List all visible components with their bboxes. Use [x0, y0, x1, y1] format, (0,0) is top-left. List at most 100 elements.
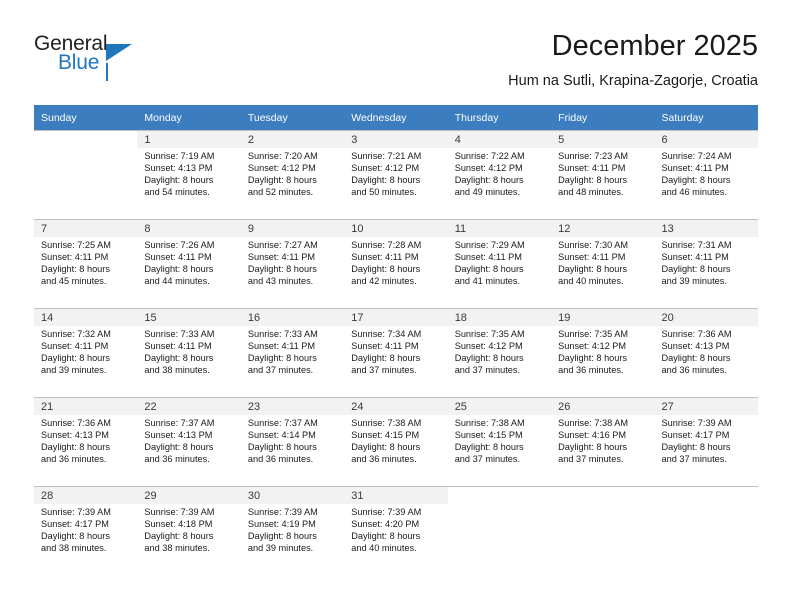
calendar-day-cell[interactable]: 24 Sunrise: 7:38 AM Sunset: 4:15 PM Dayl… [344, 397, 449, 486]
sunset-text: Sunset: 4:12 PM [454, 341, 523, 352]
daylight-text-line2: and 37 minutes. [454, 365, 521, 376]
daylight-text-line2: and 42 minutes. [351, 276, 417, 287]
daylight-text-line1: Daylight: 8 hours [351, 531, 421, 542]
calendar-day-cell[interactable]: 29 Sunrise: 7:39 AM Sunset: 4:18 PM Dayl… [137, 486, 242, 575]
daylight-text-line2: and 37 minutes. [247, 365, 314, 376]
general-blue-logo[interactable]: General Blue [34, 33, 154, 81]
weekday-header-monday: Monday [137, 105, 241, 130]
calendar-day-cell[interactable]: 7 Sunrise: 7:25 AM Sunset: 4:11 PM Dayli… [34, 219, 138, 308]
day-number: 11 [454, 223, 467, 235]
day-number: 2 [247, 134, 254, 146]
sunset-text: Sunset: 4:11 PM [661, 163, 729, 174]
calendar-day-cell[interactable]: 13 Sunrise: 7:31 AM Sunset: 4:11 PM Dayl… [654, 219, 759, 308]
calendar-day-cell[interactable]: 6 Sunrise: 7:24 AM Sunset: 4:11 PM Dayli… [654, 130, 759, 219]
day-details: Sunrise: 7:25 AM Sunset: 4:11 PM Dayligh… [34, 237, 137, 287]
calendar-day-cell[interactable]: 21 Sunrise: 7:36 AM Sunset: 4:13 PM Dayl… [34, 397, 138, 486]
calendar-day-cell[interactable]: 22 Sunrise: 7:37 AM Sunset: 4:13 PM Dayl… [137, 397, 242, 486]
sunrise-text: Sunrise: 7:22 AM [454, 151, 525, 161]
sunset-text: Sunset: 4:13 PM [144, 163, 213, 174]
weekday-header-thursday: Thursday [447, 105, 552, 130]
calendar-day-cell[interactable]: 8 Sunrise: 7:26 AM Sunset: 4:11 PM Dayli… [137, 219, 242, 308]
daylight-text-line1: Daylight: 8 hours [41, 264, 110, 275]
daylight-text-line1: Daylight: 8 hours [247, 442, 317, 453]
day-details: Sunrise: 7:35 AM Sunset: 4:12 PM Dayligh… [448, 326, 551, 376]
calendar-day-cell[interactable]: 3 Sunrise: 7:21 AM Sunset: 4:12 PM Dayli… [344, 130, 449, 219]
calendar-day-cell[interactable]: 20 Sunrise: 7:36 AM Sunset: 4:13 PM Dayl… [654, 308, 759, 397]
day-details: Sunrise: 7:24 AM Sunset: 4:11 PM Dayligh… [655, 148, 758, 198]
sunset-text: Sunset: 4:18 PM [144, 519, 213, 530]
day-number: 19 [558, 312, 571, 324]
calendar-week-row: 28 Sunrise: 7:39 AM Sunset: 4:17 PM Dayl… [34, 486, 758, 575]
day-details: Sunrise: 7:37 AM Sunset: 4:14 PM Dayligh… [241, 415, 344, 465]
day-number: 14 [41, 312, 54, 324]
sunset-text: Sunset: 4:19 PM [247, 519, 316, 530]
calendar-day-cell[interactable]: 10 Sunrise: 7:28 AM Sunset: 4:11 PM Dayl… [344, 219, 449, 308]
sunset-text: Sunset: 4:13 PM [661, 341, 730, 352]
sunrise-text: Sunrise: 7:36 AM [661, 329, 732, 339]
sunrise-text: Sunrise: 7:33 AM [247, 329, 318, 339]
calendar-day-cell[interactable]: 31 Sunrise: 7:39 AM Sunset: 4:20 PM Dayl… [344, 486, 449, 575]
calendar-day-cell[interactable]: 19 Sunrise: 7:35 AM Sunset: 4:12 PM Dayl… [551, 308, 655, 397]
day-details: Sunrise: 7:28 AM Sunset: 4:11 PM Dayligh… [344, 237, 447, 287]
calendar-day-cell[interactable]: 9 Sunrise: 7:27 AM Sunset: 4:11 PM Dayli… [240, 219, 345, 308]
sunset-text: Sunset: 4:11 PM [454, 252, 522, 263]
day-number: 12 [558, 223, 571, 235]
sunrise-text: Sunrise: 7:38 AM [558, 418, 629, 428]
calendar-day-cell[interactable]: 16 Sunrise: 7:33 AM Sunset: 4:11 PM Dayl… [240, 308, 345, 397]
calendar-day-cell[interactable]: 1 Sunrise: 7:19 AM Sunset: 4:13 PM Dayli… [137, 130, 242, 219]
day-number: 13 [661, 223, 674, 235]
daylight-text-line1: Daylight: 8 hours [661, 442, 731, 453]
sunrise-text: Sunrise: 7:28 AM [351, 240, 422, 250]
day-number: 25 [454, 401, 467, 413]
sunrise-text: Sunrise: 7:27 AM [247, 240, 318, 250]
sunset-text: Sunset: 4:13 PM [144, 430, 213, 441]
calendar-day-cell[interactable]: 12 Sunrise: 7:30 AM Sunset: 4:11 PM Dayl… [551, 219, 655, 308]
day-number: 30 [247, 490, 261, 502]
day-number: 7 [41, 223, 48, 235]
calendar-day-cell[interactable]: 15 Sunrise: 7:33 AM Sunset: 4:11 PM Dayl… [137, 308, 242, 397]
day-details: Sunrise: 7:21 AM Sunset: 4:12 PM Dayligh… [344, 148, 447, 198]
sunset-text: Sunset: 4:13 PM [41, 430, 109, 441]
calendar-day-cell[interactable]: 14 Sunrise: 7:32 AM Sunset: 4:11 PM Dayl… [34, 308, 138, 397]
sunset-text: Sunset: 4:17 PM [661, 430, 730, 441]
day-number: 23 [247, 401, 261, 413]
calendar-day-cell-empty [447, 486, 552, 575]
calendar-day-cell[interactable]: 2 Sunrise: 7:20 AM Sunset: 4:12 PM Dayli… [240, 130, 345, 219]
daylight-text-line2: and 43 minutes. [247, 276, 314, 287]
day-details: Sunrise: 7:30 AM Sunset: 4:11 PM Dayligh… [551, 237, 654, 287]
calendar-day-cell[interactable]: 28 Sunrise: 7:39 AM Sunset: 4:17 PM Dayl… [34, 486, 138, 575]
calendar-body: 1 Sunrise: 7:19 AM Sunset: 4:13 PM Dayli… [34, 130, 759, 575]
calendar-grid: Sunday Monday Tuesday Wednesday Thursday… [34, 105, 759, 575]
calendar-week-row: 21 Sunrise: 7:36 AM Sunset: 4:13 PM Dayl… [34, 397, 759, 486]
day-number: 16 [247, 312, 261, 324]
daylight-text-line1: Daylight: 8 hours [454, 264, 524, 275]
daylight-text-line1: Daylight: 8 hours [454, 442, 524, 453]
calendar-day-cell[interactable]: 17 Sunrise: 7:34 AM Sunset: 4:11 PM Dayl… [344, 308, 449, 397]
daylight-text-line1: Daylight: 8 hours [41, 353, 110, 364]
sunset-text: Sunset: 4:11 PM [144, 341, 212, 352]
calendar-day-cell[interactable]: 25 Sunrise: 7:38 AM Sunset: 4:15 PM Dayl… [447, 397, 552, 486]
day-number: 26 [558, 401, 571, 413]
day-details: Sunrise: 7:31 AM Sunset: 4:11 PM Dayligh… [655, 237, 758, 287]
weekday-header-sunday: Sunday [34, 105, 138, 130]
day-number: 28 [41, 490, 54, 502]
day-number: 22 [144, 401, 157, 413]
sunset-text: Sunset: 4:12 PM [247, 163, 316, 174]
sunset-text: Sunset: 4:15 PM [351, 430, 420, 441]
calendar-day-cell[interactable]: 26 Sunrise: 7:38 AM Sunset: 4:16 PM Dayl… [551, 397, 655, 486]
calendar-day-cell[interactable]: 18 Sunrise: 7:35 AM Sunset: 4:12 PM Dayl… [447, 308, 552, 397]
sunset-text: Sunset: 4:20 PM [351, 519, 420, 530]
day-details: Sunrise: 7:39 AM Sunset: 4:17 PM Dayligh… [34, 504, 137, 554]
sunset-text: Sunset: 4:11 PM [41, 252, 109, 263]
calendar-day-cell[interactable]: 5 Sunrise: 7:23 AM Sunset: 4:11 PM Dayli… [551, 130, 655, 219]
day-number: 29 [144, 490, 157, 502]
calendar-day-cell[interactable]: 23 Sunrise: 7:37 AM Sunset: 4:14 PM Dayl… [240, 397, 345, 486]
calendar-day-cell[interactable]: 27 Sunrise: 7:39 AM Sunset: 4:17 PM Dayl… [654, 397, 759, 486]
day-details: Sunrise: 7:36 AM Sunset: 4:13 PM Dayligh… [655, 326, 758, 376]
calendar-week-row: 14 Sunrise: 7:32 AM Sunset: 4:11 PM Dayl… [34, 308, 759, 397]
sunrise-text: Sunrise: 7:33 AM [144, 329, 215, 339]
daylight-text-line1: Daylight: 8 hours [558, 264, 628, 275]
calendar-day-cell[interactable]: 4 Sunrise: 7:22 AM Sunset: 4:12 PM Dayli… [447, 130, 552, 219]
calendar-day-cell[interactable]: 30 Sunrise: 7:39 AM Sunset: 4:19 PM Dayl… [240, 486, 345, 575]
calendar-day-cell[interactable]: 11 Sunrise: 7:29 AM Sunset: 4:11 PM Dayl… [447, 219, 552, 308]
